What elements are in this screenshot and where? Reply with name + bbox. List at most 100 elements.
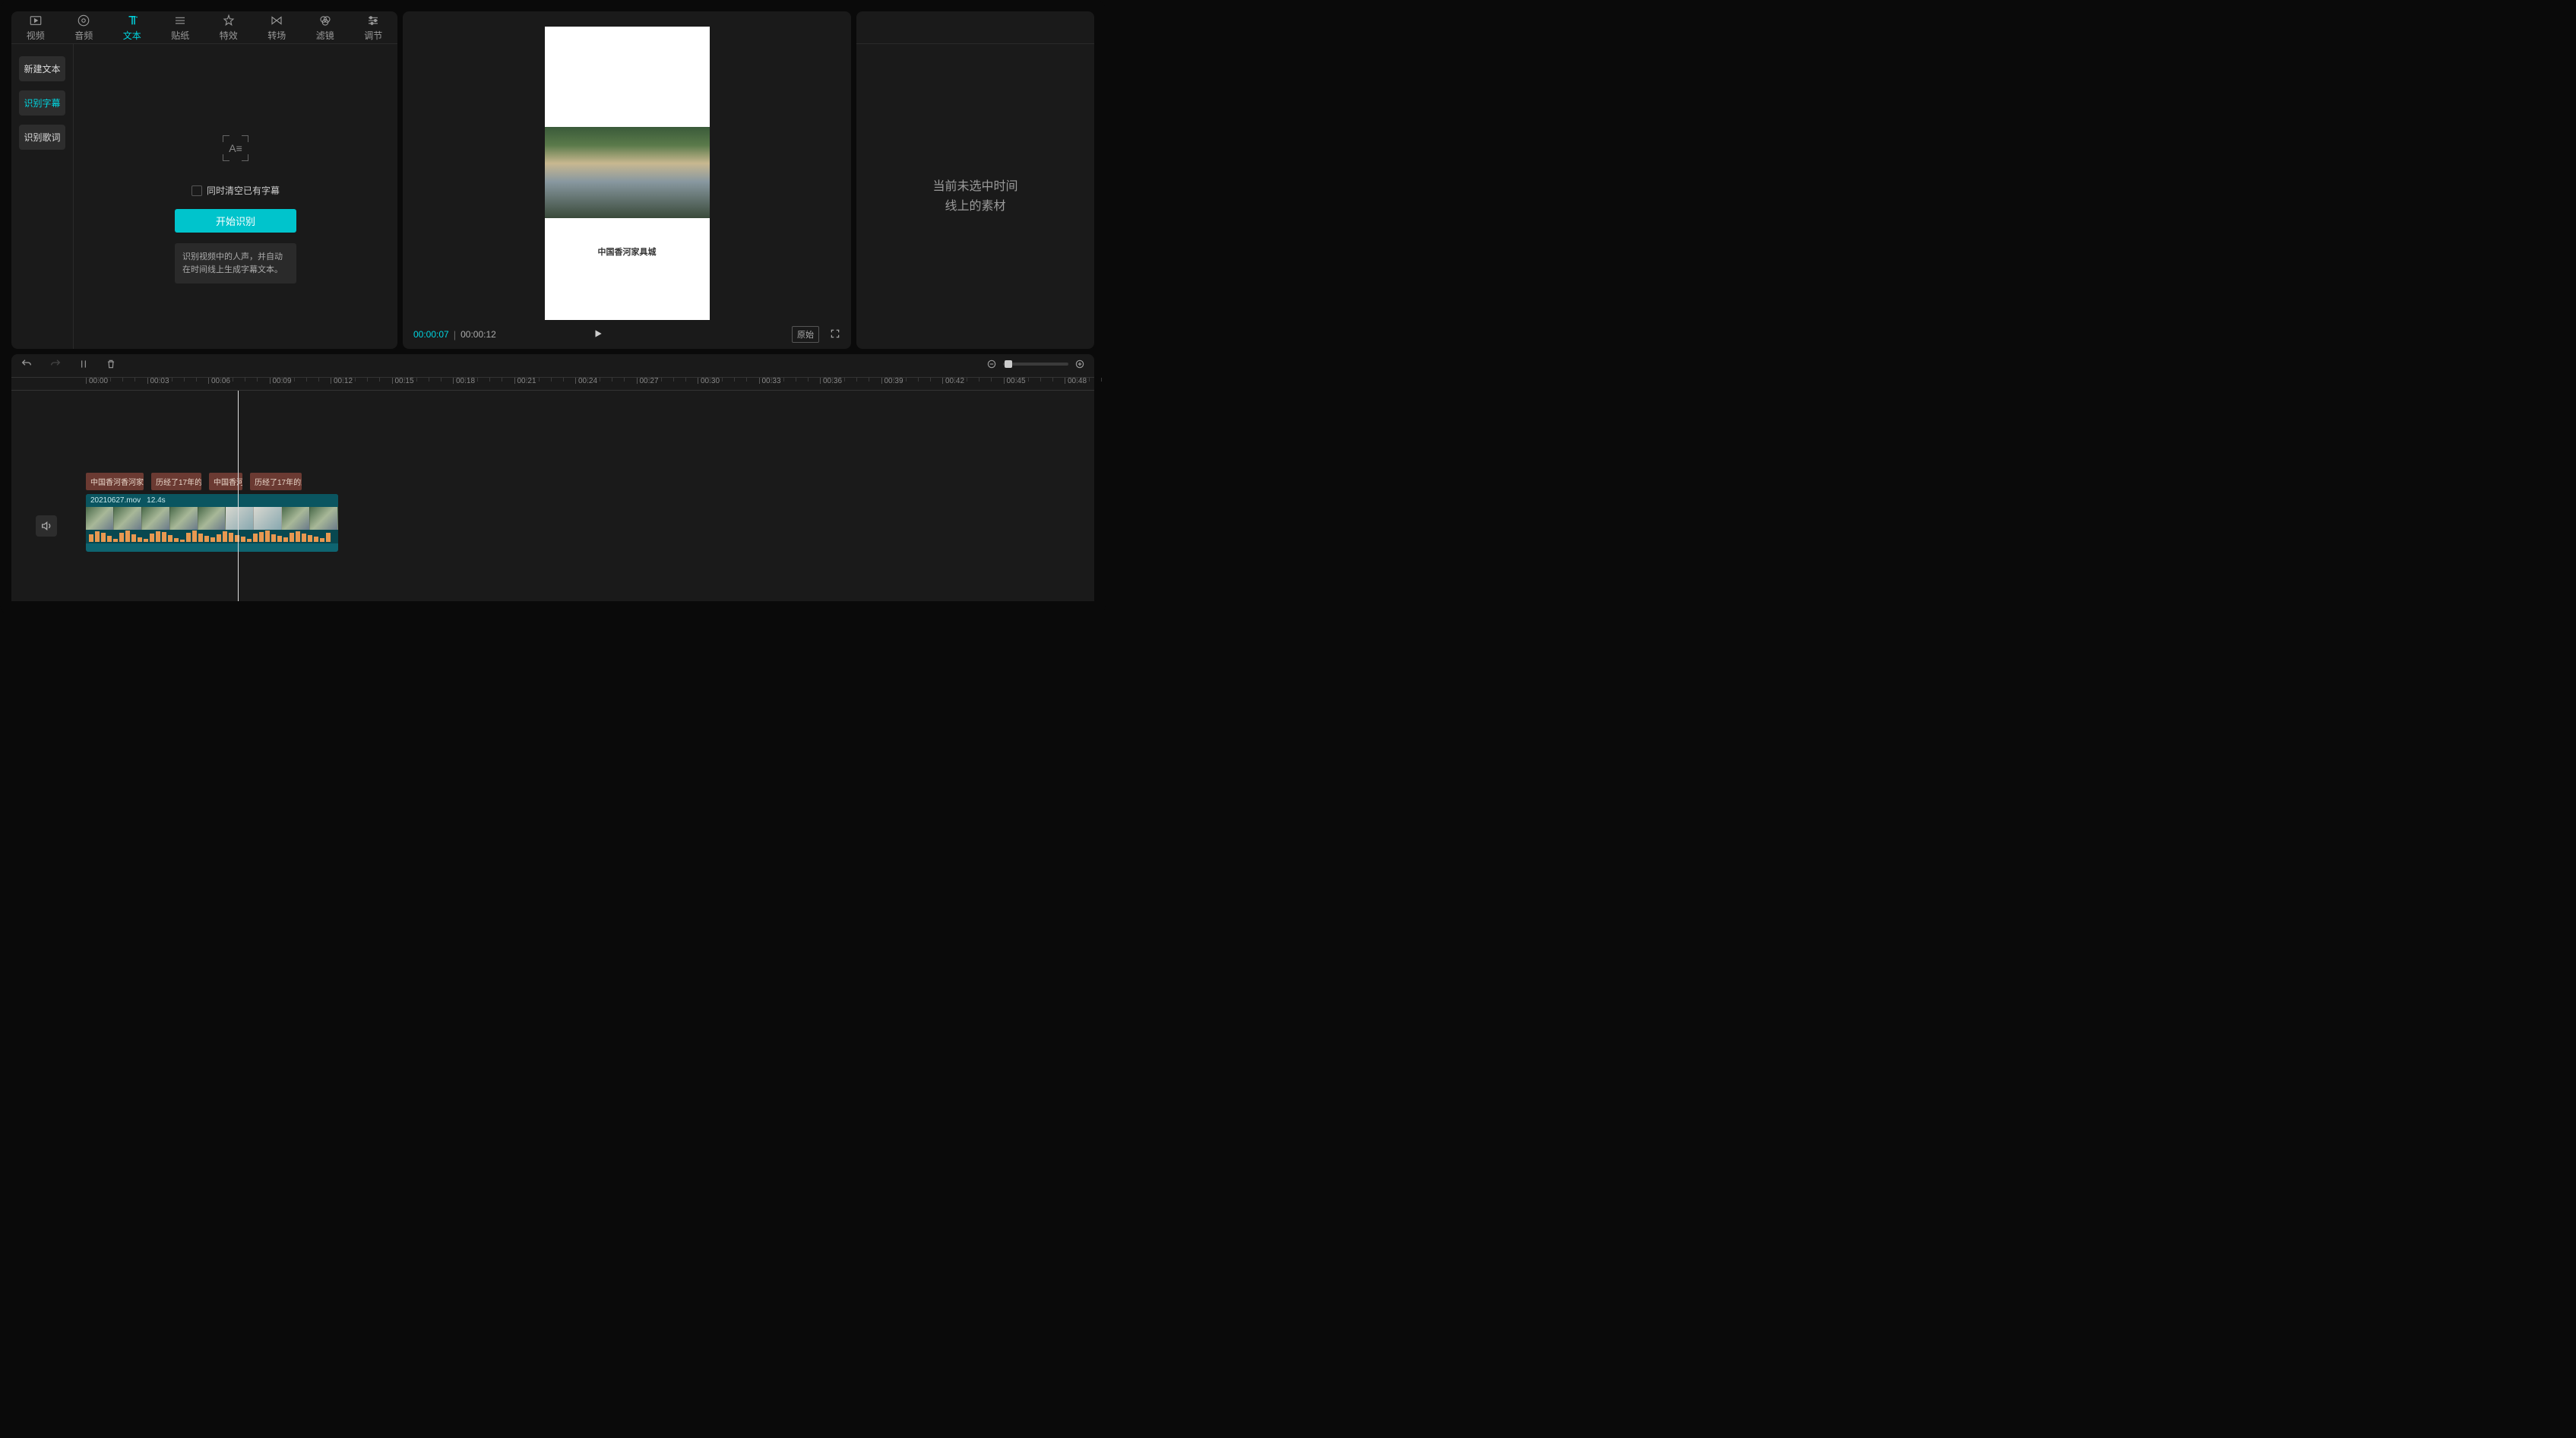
audio-icon <box>77 14 90 27</box>
inspector-panel: 当前未选中时间 线上的素材 <box>856 11 1094 349</box>
media-library-panel: 视频 音频 文本 贴纸 特效 <box>11 11 397 349</box>
ruler-tick: 00:06 <box>208 378 230 384</box>
redo-button[interactable] <box>49 358 62 370</box>
zoom-in-button[interactable] <box>1074 359 1085 369</box>
trash-icon <box>106 359 116 369</box>
subtitle-clip[interactable]: 历经了17年的跨越 <box>250 473 302 490</box>
recognize-subtitle-pane: A≡ 同时清空已有字幕 开始识别 识别视频中的人声，并自动在时间线上生成字幕文本… <box>74 44 397 349</box>
timeline-tracks[interactable]: 中国香河香河家具城历经了17年的跨越中国香河…历经了17年的跨越 2021062… <box>11 391 1094 601</box>
split-icon <box>78 359 89 369</box>
library-tabs: 视频 音频 文本 贴纸 特效 <box>11 11 397 44</box>
preview-panel: 中国香河家具城 00:00:07 | 00:00:12 原始 <box>403 11 851 349</box>
zoom-out-icon <box>986 359 997 369</box>
transition-icon <box>270 14 283 27</box>
text-sidebar: 新建文本 识别字幕 识别歌词 <box>11 44 74 349</box>
speaker-icon <box>40 520 52 532</box>
recognize-hint: 识别视频中的人声，并自动在时间线上生成字幕文本。 <box>175 243 296 283</box>
tab-adjust[interactable]: 调节 <box>350 11 398 43</box>
ruler-tick: 00:45 <box>1004 378 1026 384</box>
mute-track-button[interactable] <box>36 515 57 537</box>
zoom-out-button[interactable] <box>986 359 997 369</box>
preview-viewport[interactable]: 中国香河家具城 <box>413 27 840 320</box>
play-icon <box>593 328 603 339</box>
video-clip[interactable]: 20210627.mov 12.4s <box>86 494 338 552</box>
tab-adjust-label: 调节 <box>364 29 382 42</box>
ruler-tick: 00:36 <box>820 378 842 384</box>
ruler-tick: 00:21 <box>514 378 536 384</box>
tab-transition-label: 转场 <box>267 29 286 42</box>
clip-duration: 12.4s <box>147 496 165 505</box>
checkbox-box[interactable] <box>191 185 202 196</box>
tab-sticker[interactable]: 贴纸 <box>157 11 205 43</box>
inspector-empty-line2: 线上的素材 <box>945 197 1005 217</box>
zoom-thumb[interactable] <box>1005 360 1012 368</box>
effect-icon <box>222 14 236 27</box>
checkbox-label: 同时清空已有字幕 <box>207 184 280 197</box>
ruler-tick: 00:30 <box>698 378 720 384</box>
subtitle-track: 中国香河香河家具城历经了17年的跨越中国香河…历经了17年的跨越 <box>86 473 302 490</box>
inspector-empty-line1: 当前未选中时间 <box>932 177 1017 197</box>
total-time: 00:00:12 <box>460 329 496 340</box>
clip-thumbnails <box>86 507 338 530</box>
timeline-ruler[interactable]: 00:00 00:03 00:06 00:09 00:12 00:15 00:18 00:21… <box>11 377 1094 391</box>
ruler-tick: 00:15 <box>392 378 414 384</box>
ruler-tick: 00:27 <box>637 378 659 384</box>
start-recognize-button[interactable]: 开始识别 <box>175 209 296 233</box>
ruler-tick: 00:03 <box>147 378 169 384</box>
zoom-slider[interactable] <box>1003 363 1068 366</box>
original-size-button[interactable]: 原始 <box>792 326 819 343</box>
adjust-icon <box>366 14 380 27</box>
tab-video-label: 视频 <box>27 29 45 42</box>
undo-icon <box>21 358 33 370</box>
preview-video-content <box>545 127 710 218</box>
clip-waveform <box>86 530 338 543</box>
tab-effect-label: 特效 <box>220 29 238 42</box>
ruler-tick: 00:09 <box>270 378 292 384</box>
tab-text[interactable]: 文本 <box>108 11 157 43</box>
redo-icon <box>49 358 62 370</box>
sticker-icon <box>173 14 187 27</box>
playhead[interactable] <box>238 391 239 601</box>
fullscreen-button[interactable] <box>830 328 840 341</box>
tab-text-label: 文本 <box>123 29 141 42</box>
subtitle-clip[interactable]: 中国香河香河家具城 <box>86 473 144 490</box>
preview-frame: 中国香河家具城 <box>545 27 710 320</box>
ruler-tick: 00:48 <box>1065 378 1087 384</box>
current-time: 00:00:07 <box>413 329 449 340</box>
tab-effect[interactable]: 特效 <box>204 11 253 43</box>
zoom-in-icon <box>1074 359 1085 369</box>
ruler-tick: 00:18 <box>453 378 475 384</box>
inspector-header <box>856 11 1094 44</box>
undo-button[interactable] <box>21 358 33 370</box>
ruler-tick: 00:42 <box>942 378 964 384</box>
tab-filter-label: 滤镜 <box>316 29 334 42</box>
sidebar-item-label: 新建文本 <box>24 64 60 74</box>
clip-filename: 20210627.mov <box>90 496 141 505</box>
video-icon <box>29 14 43 27</box>
tab-video[interactable]: 视频 <box>11 11 60 43</box>
text-icon <box>125 14 139 27</box>
timeline-toolbar <box>11 354 1094 374</box>
subtitle-recognize-icon: A≡ <box>223 135 248 161</box>
delete-button[interactable] <box>106 359 116 369</box>
tab-filter[interactable]: 滤镜 <box>301 11 350 43</box>
sidebar-item-recognize-lyric[interactable]: 识别歌词 <box>19 125 65 150</box>
ruler-tick: 00:33 <box>759 378 781 384</box>
ruler-tick: 00:24 <box>575 378 597 384</box>
subtitle-clip[interactable]: 历经了17年的跨越 <box>151 473 201 490</box>
tab-sticker-label: 贴纸 <box>171 29 189 42</box>
filter-icon <box>318 14 332 27</box>
sidebar-item-recognize-subtitle[interactable]: 识别字幕 <box>19 90 65 116</box>
ruler-tick: 00:12 <box>331 378 353 384</box>
sidebar-item-new-text[interactable]: 新建文本 <box>19 56 65 81</box>
tab-audio[interactable]: 音频 <box>60 11 109 43</box>
sidebar-item-label: 识别歌词 <box>24 132 60 143</box>
sidebar-item-label: 识别字幕 <box>24 98 60 109</box>
ruler-tick: 00:00 <box>86 378 108 384</box>
clear-existing-checkbox[interactable]: 同时清空已有字幕 <box>191 184 280 197</box>
tab-audio-label: 音频 <box>74 29 93 42</box>
tab-transition[interactable]: 转场 <box>253 11 302 43</box>
split-button[interactable] <box>78 359 89 369</box>
playback-bar: 00:00:07 | 00:00:12 原始 <box>413 320 840 343</box>
play-button[interactable] <box>593 328 603 341</box>
